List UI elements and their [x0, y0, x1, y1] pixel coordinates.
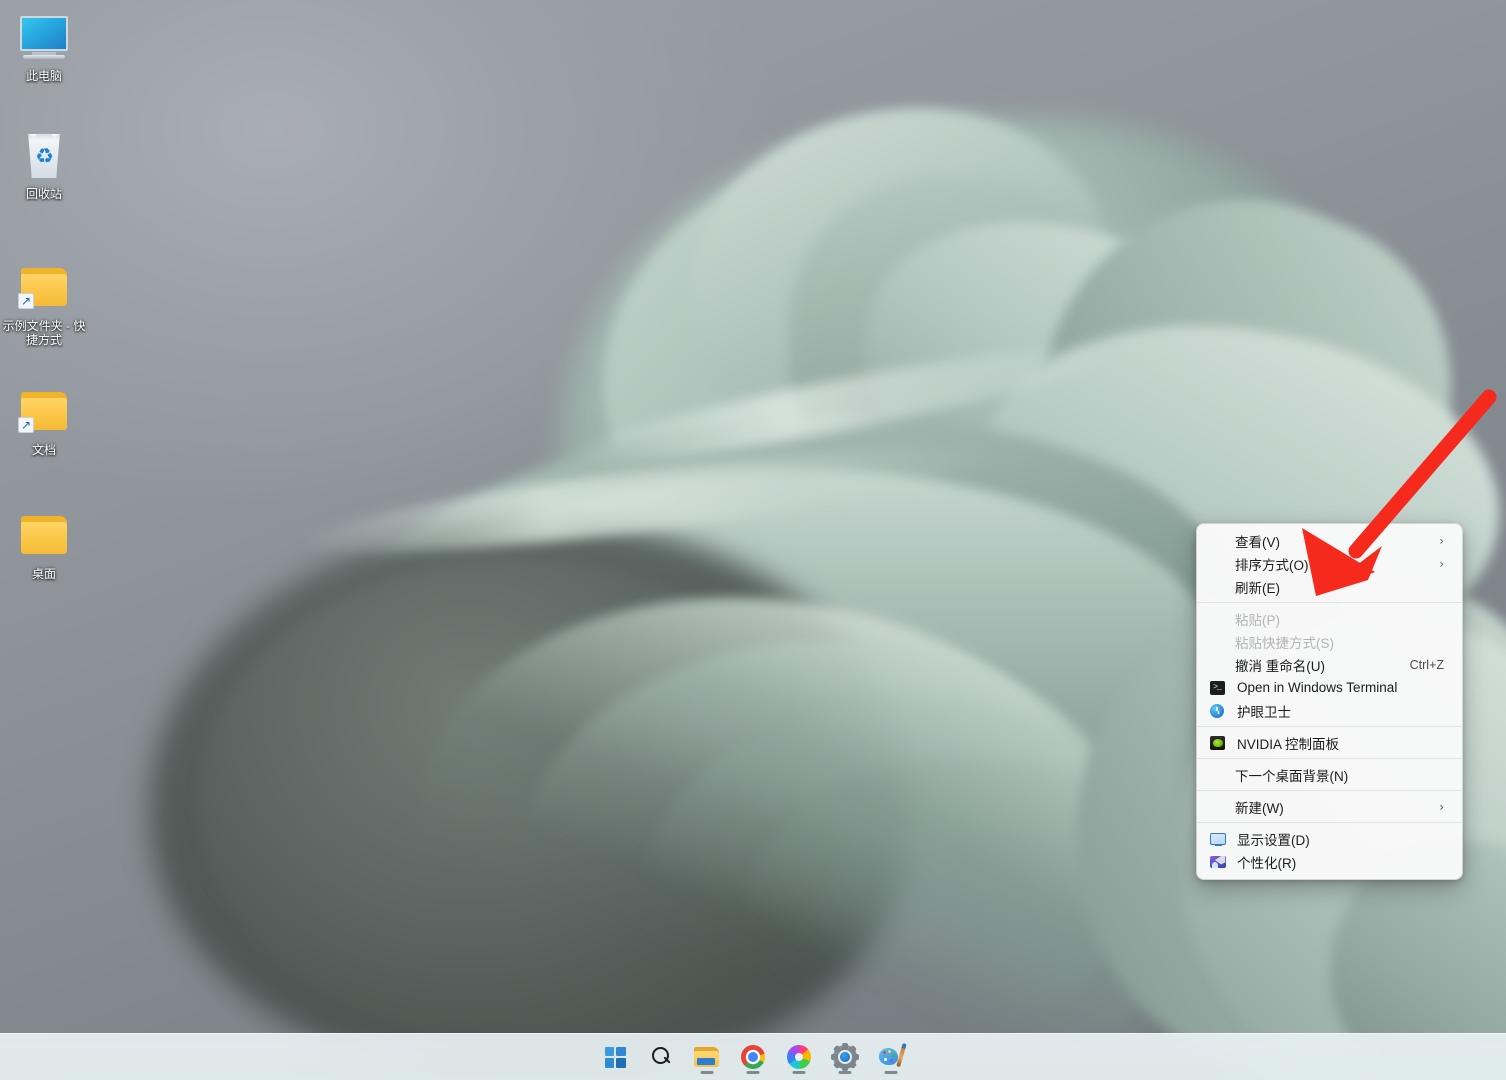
- shortcut-arrow-icon: ↗: [18, 293, 34, 309]
- chrome-icon: [741, 1045, 765, 1069]
- running-indicator: [839, 1071, 852, 1074]
- search-icon: [650, 1046, 672, 1068]
- menu-item-nvidia-control-panel[interactable]: NVIDIA 控制面板: [1201, 731, 1458, 754]
- menu-item-shortcut-key: Ctrl+Z: [1398, 658, 1444, 672]
- folder-icon: [694, 1046, 720, 1068]
- desktop-icon-documents[interactable]: ↗ 文档: [2, 388, 86, 457]
- desktop-icon-label: 示例文件夹 - 快捷方式: [2, 319, 86, 347]
- desktop-icon-label: 此电脑: [2, 69, 86, 83]
- running-indicator: [793, 1071, 806, 1074]
- running-indicator: [885, 1071, 898, 1074]
- taskbar-search-button[interactable]: [639, 1037, 683, 1077]
- taskbar-settings-button[interactable]: [823, 1037, 867, 1077]
- menu-item-view[interactable]: 查看(V) ›: [1201, 529, 1458, 552]
- menu-item-display-settings[interactable]: 显示设置(D): [1201, 827, 1458, 850]
- nvidia-icon: [1209, 735, 1231, 751]
- chevron-right-icon: ›: [1439, 801, 1444, 813]
- windows-logo-icon: [605, 1047, 626, 1068]
- desktop-icon-label: 桌面: [2, 567, 86, 581]
- desktop[interactable]: 此电脑 ♻ 回收站 ↗ 示例文件夹 - 快捷方式 ↗ 文档 桌面 查看(V) ›: [0, 0, 1506, 1080]
- desktop-icon-this-pc[interactable]: 此电脑: [2, 14, 86, 83]
- flower-browser-icon: [787, 1045, 811, 1069]
- taskbar-paint-button[interactable]: [869, 1037, 913, 1077]
- folder-icon: ↗: [16, 388, 72, 438]
- menu-separator: [1197, 822, 1462, 823]
- desktop-icon-label: 回收站: [2, 187, 86, 201]
- display-icon: [1209, 831, 1231, 847]
- menu-item-personalize[interactable]: 个性化(R): [1201, 850, 1458, 873]
- paint-palette-icon: [879, 1045, 903, 1069]
- terminal-icon: >_: [1209, 680, 1231, 696]
- running-indicator: [701, 1071, 714, 1074]
- folder-icon: [16, 512, 72, 562]
- taskbar-chrome-button[interactable]: [731, 1037, 775, 1077]
- menu-item-paste-shortcut: 粘贴快捷方式(S): [1201, 630, 1458, 653]
- desktop-icon-sample-folder[interactable]: ↗ 示例文件夹 - 快捷方式: [2, 264, 86, 347]
- menu-item-next-desktop-background[interactable]: 下一个桌面背景(N): [1201, 763, 1458, 786]
- menu-item-open-in-windows-terminal[interactable]: >_ Open in Windows Terminal: [1201, 676, 1458, 699]
- taskbar-start-button[interactable]: [593, 1037, 637, 1077]
- menu-item-eye-care[interactable]: 护眼卫士: [1201, 699, 1458, 722]
- menu-separator: [1197, 726, 1462, 727]
- eye-care-icon: [1209, 703, 1231, 719]
- menu-item-new[interactable]: 新建(W) ›: [1201, 795, 1458, 818]
- chevron-right-icon: ›: [1439, 535, 1444, 547]
- gear-icon: [833, 1045, 857, 1069]
- taskbar[interactable]: [0, 1033, 1506, 1080]
- person-icon: [1209, 854, 1231, 870]
- taskbar-browser-button[interactable]: [777, 1037, 821, 1077]
- running-indicator: [747, 1071, 760, 1074]
- menu-item-paste: 粘贴(P): [1201, 607, 1458, 630]
- folder-icon: ↗: [16, 264, 72, 314]
- desktop-icon-desktop-folder[interactable]: 桌面: [2, 512, 86, 581]
- menu-separator: [1197, 758, 1462, 759]
- recycle-bin-icon: ♻: [16, 132, 72, 182]
- menu-item-refresh[interactable]: 刷新(E): [1201, 575, 1458, 598]
- menu-item-undo-rename[interactable]: 撤消 重命名(U) Ctrl+Z: [1201, 653, 1458, 676]
- menu-item-sort-by[interactable]: 排序方式(O) ›: [1201, 552, 1458, 575]
- desktop-icon-recycle-bin[interactable]: ♻ 回收站: [2, 132, 86, 201]
- menu-separator: [1197, 790, 1462, 791]
- monitor-icon: [16, 14, 72, 64]
- taskbar-file-explorer-button[interactable]: [685, 1037, 729, 1077]
- menu-separator: [1197, 602, 1462, 603]
- desktop-icon-label: 文档: [2, 443, 86, 457]
- shortcut-arrow-icon: ↗: [18, 417, 34, 433]
- chevron-right-icon: ›: [1439, 558, 1444, 570]
- desktop-context-menu[interactable]: 查看(V) › 排序方式(O) › 刷新(E) 粘贴(P) 粘贴快捷方式(S) …: [1196, 523, 1463, 880]
